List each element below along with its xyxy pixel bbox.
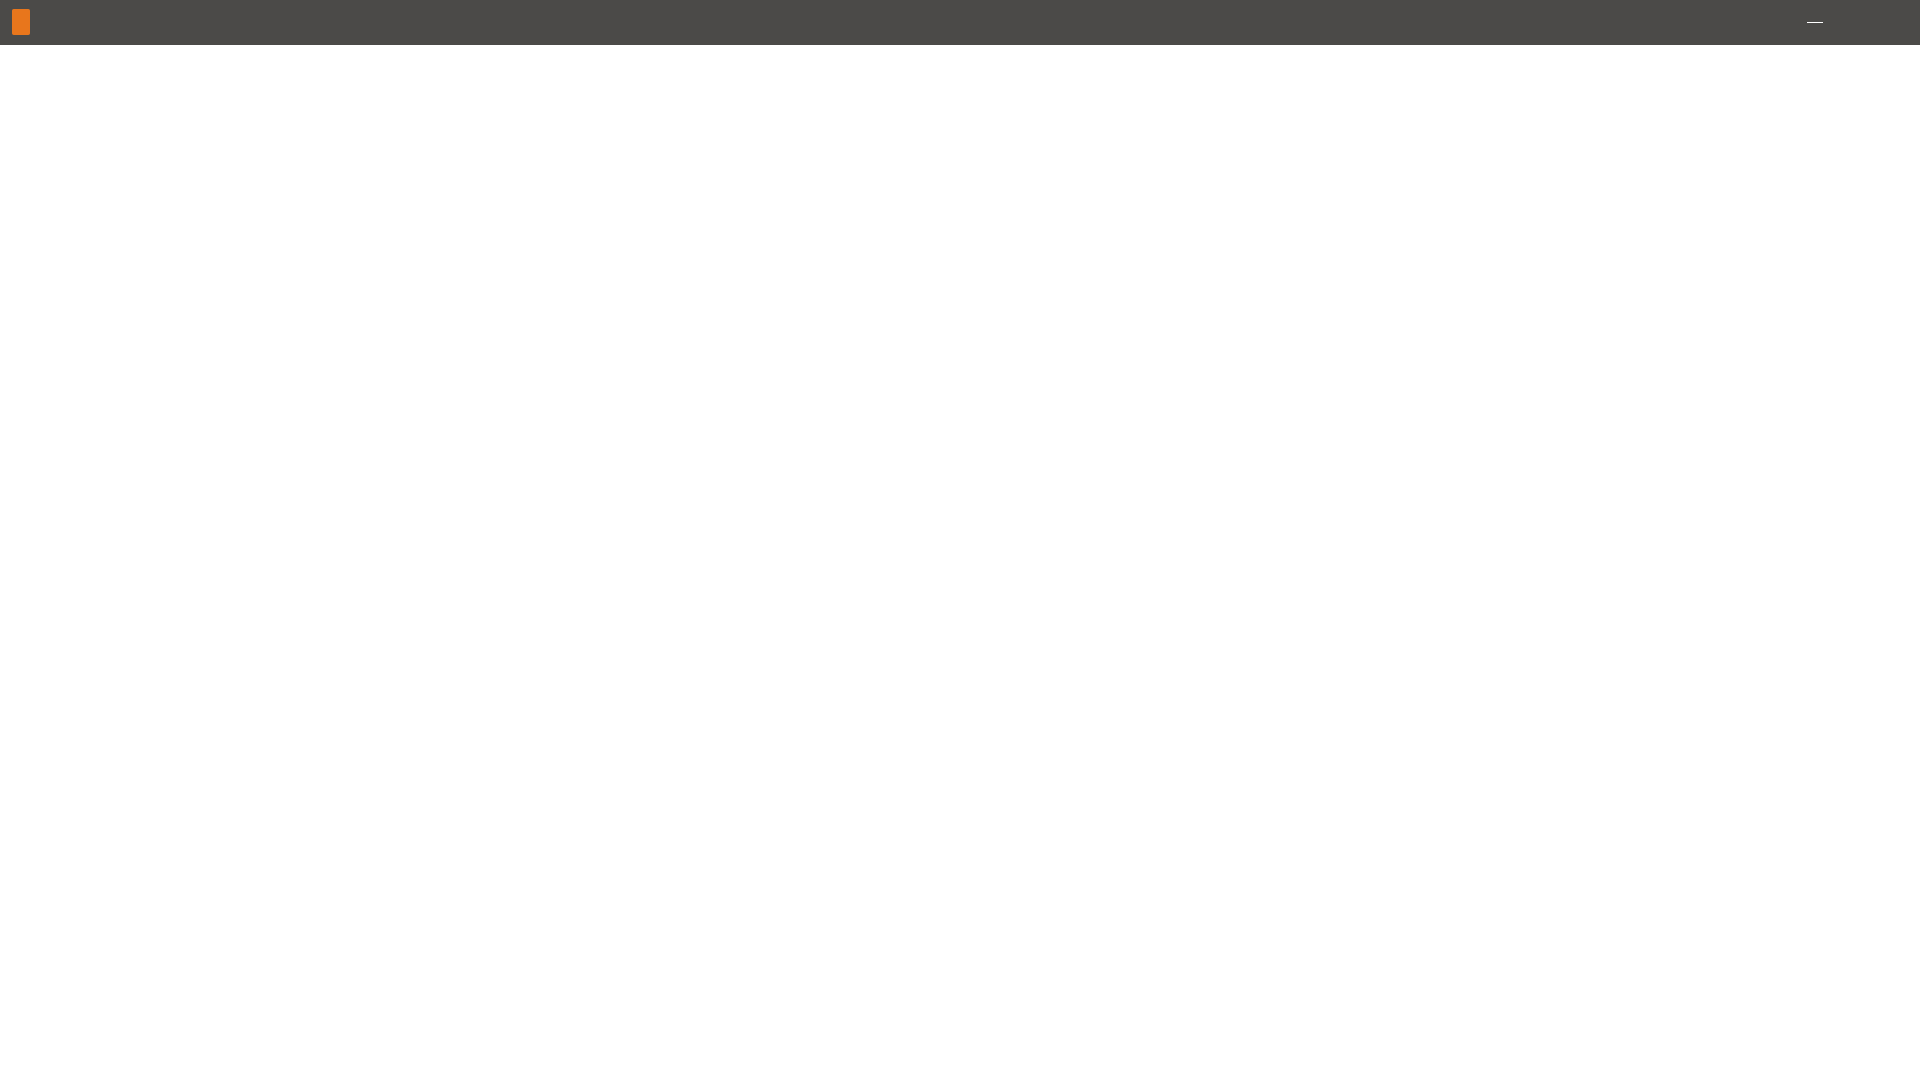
title-bar [0, 0, 1920, 45]
fusion-logo-icon [12, 9, 30, 35]
minimize-icon [1807, 22, 1823, 23]
minimize-button[interactable] [1785, 0, 1845, 45]
